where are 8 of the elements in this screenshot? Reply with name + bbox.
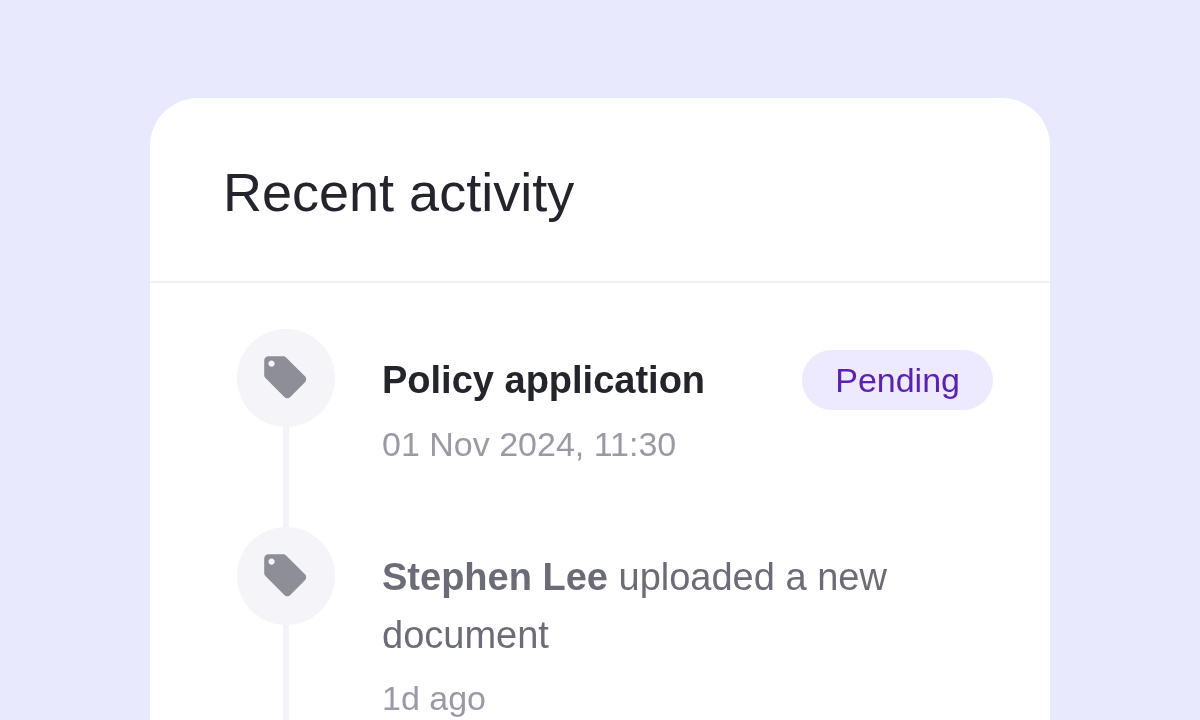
tag-icon bbox=[237, 329, 335, 427]
activity-title: Policy application bbox=[382, 358, 706, 402]
status-badge: Pending bbox=[802, 350, 993, 410]
activity-time: 01 Nov 2024, 11:30 bbox=[382, 426, 678, 462]
activity-description: Stephen Lee uploaded a new document bbox=[382, 555, 888, 658]
tag-icon bbox=[237, 527, 335, 625]
card-title: Recent activity bbox=[223, 162, 575, 223]
activity-time: 1d ago bbox=[382, 680, 487, 716]
